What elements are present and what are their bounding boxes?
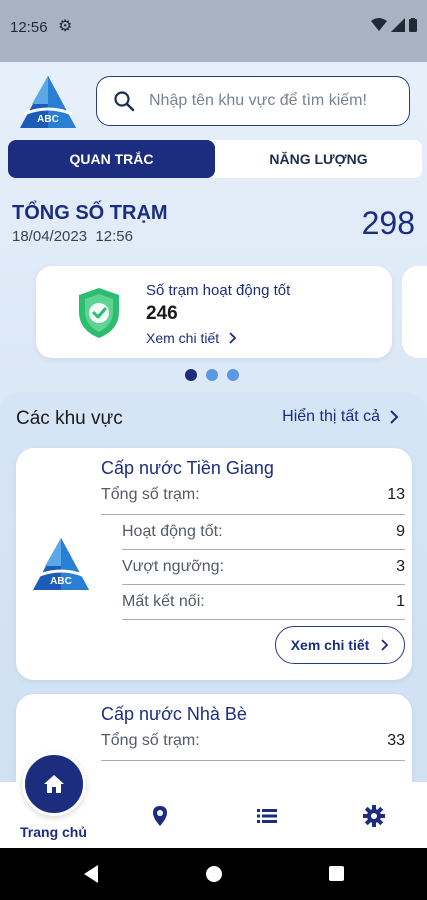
row-label: Tổng số trạm: [101, 486, 200, 503]
search-input[interactable] [149, 92, 389, 110]
stat-card-good-stations: Số trạm hoạt động tốt 246 Xem chi tiết [36, 266, 392, 358]
settings-gear-icon[interactable] [362, 804, 386, 828]
area-detail-button[interactable]: Xem chi tiết [275, 626, 405, 664]
stat-label: Số trạm hoạt động tốt [146, 282, 291, 299]
carousel-dot-3[interactable] [227, 369, 239, 381]
row-label: Tổng số trạm: [101, 732, 200, 749]
chevron-right-icon [381, 639, 389, 651]
area-name: Cấp nước Nhà Bè [101, 704, 247, 724]
battery-icon [409, 18, 417, 32]
tab-quan-trac[interactable]: QUAN TRẮC [8, 140, 215, 178]
recent-apps-icon[interactable] [329, 866, 344, 881]
chevron-right-icon [390, 410, 399, 424]
row-value: 9 [396, 523, 405, 540]
view-all-label: Hiển thị tất cả [282, 408, 380, 425]
carousel-indicator [185, 369, 239, 381]
stat-value: 246 [146, 303, 178, 324]
row-label: Mất kết nối: [122, 593, 205, 610]
area-card[interactable]: ABC Cấp nước Tiền Giang Tổng số trạm: 13… [16, 448, 412, 680]
status-icons [371, 18, 417, 32]
home-icon [44, 775, 64, 793]
android-home-icon[interactable] [206, 866, 222, 882]
total-stations-count: 298 [361, 205, 415, 241]
total-stations-title: TỔNG SỐ TRẠM [12, 202, 168, 224]
back-icon[interactable] [82, 864, 100, 884]
logo-text: ABC [50, 576, 72, 587]
search-icon [114, 91, 135, 112]
logo-text: ABC [37, 114, 59, 125]
location-pin-icon[interactable] [148, 804, 172, 828]
app-screen: ABC QUAN TRẮC NĂNG LƯỢNG TỔNG SỐ TRẠM 18… [0, 62, 427, 848]
abc-logo: ABC [20, 76, 76, 128]
list-icon[interactable] [255, 804, 279, 828]
area-disconnected-row: Mất kết nối: 1 [122, 585, 405, 620]
area-detail-label: Xem chi tiết [290, 637, 370, 653]
android-nav-bar [0, 848, 427, 900]
area-over-threshold-row: Vượt ngưỡng: 3 [122, 550, 405, 585]
area-good-row: Hoạt động tốt: 9 [122, 515, 405, 550]
areas-title: Các khu vực [16, 408, 123, 429]
area-total-row: Tổng số trạm: 33 [101, 730, 405, 761]
carousel-dot-2[interactable] [206, 369, 218, 381]
chevron-right-icon [229, 332, 237, 344]
stat-card-next-peek[interactable] [402, 266, 427, 358]
area-total-row: Tổng số trạm: 13 [101, 484, 405, 515]
area-name: Cấp nước Tiền Giang [101, 458, 274, 478]
row-value: 3 [396, 558, 405, 575]
row-value: 33 [387, 732, 405, 749]
wifi-icon [371, 18, 387, 31]
row-value: 13 [387, 486, 405, 503]
summary-date: 18/04/2023 [12, 228, 88, 245]
total-stations-datetime: 18/04/2023 12:56 [12, 228, 133, 245]
shield-check-icon [79, 288, 119, 338]
view-all-link[interactable]: Hiển thị tất cả [282, 408, 399, 426]
nav-home-label: Trang chủ [20, 824, 87, 840]
stat-detail-label: Xem chi tiết [146, 330, 220, 346]
row-label: Vượt ngưỡng: [122, 558, 225, 575]
carousel-dot-1[interactable] [185, 369, 197, 381]
status-bar: 12:56 ⚙ [0, 0, 427, 62]
tab-bar: QUAN TRẮC NĂNG LƯỢNG [8, 140, 422, 178]
stat-detail-link[interactable]: Xem chi tiết [146, 330, 237, 346]
abc-logo: ABC [33, 538, 89, 590]
status-time: 12:56 [10, 19, 48, 36]
search-box[interactable] [96, 76, 410, 126]
status-gear-icon: ⚙ [58, 18, 73, 35]
row-value: 1 [396, 593, 405, 610]
summary-time: 12:56 [95, 228, 133, 245]
nav-home-button[interactable] [22, 752, 86, 816]
signal-icon [391, 18, 405, 32]
row-label: Hoạt động tốt: [122, 523, 223, 540]
tab-nang-luong[interactable]: NĂNG LƯỢNG [215, 140, 422, 178]
